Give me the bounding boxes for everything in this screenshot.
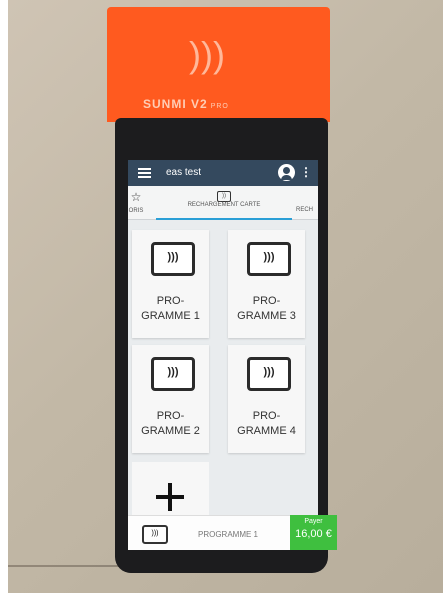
account-icon[interactable] [278, 164, 295, 181]
nfc-card-icon: ))) [151, 357, 195, 391]
nfc-card-icon: ))) [247, 357, 291, 391]
tab-label: RECH [296, 207, 314, 213]
tab-bar: ☆ ORIS )) RECHARGEMENT CARTE RECH [128, 186, 318, 220]
tile-label: PRO- GRAMME 3 [237, 295, 296, 322]
app-bar: eas test ⋮ [128, 160, 318, 186]
tab-label: ORIS [128, 208, 144, 214]
tab-label: RECHARGEMENT CARTE [187, 202, 261, 208]
tab-rech[interactable]: RECH [296, 186, 318, 220]
nfc-card-icon: ))) [142, 525, 168, 544]
selected-program-label: PROGRAMME 1 [198, 530, 259, 539]
add-program-button[interactable] [132, 462, 209, 522]
menu-icon[interactable] [138, 168, 151, 178]
device-brand: SUNMI V2 PRO [143, 97, 229, 111]
program-tile-2[interactable]: ))) PRO- GRAMME 2 [132, 345, 209, 453]
nfc-card-icon: ))) [151, 242, 195, 276]
program-tile-3[interactable]: ))) PRO- GRAMME 3 [228, 230, 305, 338]
tile-label: PRO- GRAMME 1 [141, 295, 200, 322]
nfc-card-icon: ))) [247, 242, 291, 276]
pay-button[interactable]: Payer 16,00 € [290, 515, 337, 550]
app-title: eas test [166, 167, 202, 178]
tab-favoris[interactable]: ☆ ORIS [128, 186, 150, 220]
pay-amount: 16,00 € [295, 528, 332, 540]
pos-screen: eas test ⋮ ☆ ORIS )) RECHARGEMENT CARTE … [128, 160, 318, 550]
plus-icon [168, 483, 172, 511]
tile-label: PRO- GRAMME 4 [237, 410, 296, 437]
nfc-contactless-logo-icon: ))) [189, 34, 225, 75]
pay-label: Payer [304, 518, 323, 525]
tile-label: PRO- GRAMME 2 [141, 410, 200, 437]
program-tile-1[interactable]: ))) PRO- GRAMME 1 [132, 230, 209, 338]
device-printer-head: ))) SUNMI V2 PRO [107, 7, 330, 129]
program-tile-4[interactable]: ))) PRO- GRAMME 4 [228, 345, 305, 453]
table-edge-line [8, 565, 128, 567]
tab-rechargement-carte[interactable]: )) RECHARGEMENT CARTE [156, 186, 292, 220]
nfc-card-icon: )) [217, 191, 231, 202]
more-vert-icon[interactable]: ⋮ [300, 165, 312, 179]
star-icon: ☆ [130, 190, 142, 204]
